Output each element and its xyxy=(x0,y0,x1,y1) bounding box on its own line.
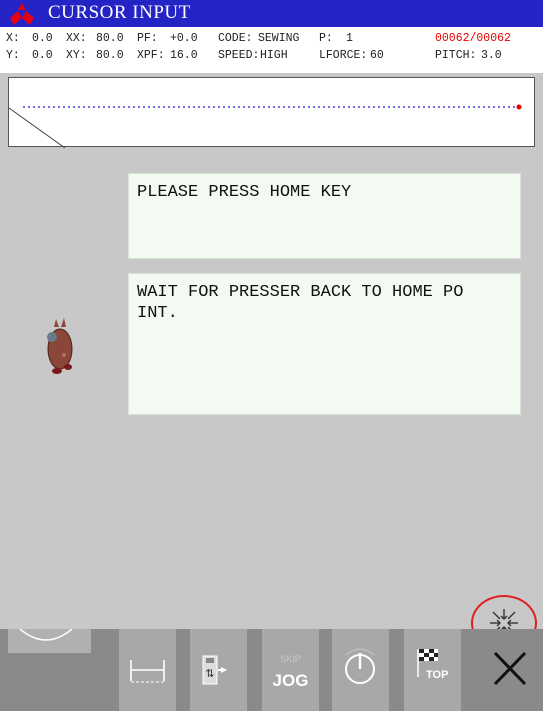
mitsubishi-logo-icon xyxy=(10,3,34,25)
stitch-width-button[interactable] xyxy=(119,629,176,711)
p-value: 1 xyxy=(346,32,353,45)
scroll-indicator xyxy=(8,628,91,653)
y-label: Y: xyxy=(6,49,20,62)
arc-indicator-icon xyxy=(19,628,73,641)
program-counter: 00062/00062 xyxy=(435,32,511,45)
svg-text:⇅: ⇅ xyxy=(205,667,214,680)
bottom-toolbar: ⇅ SKIP JOG TOP xyxy=(0,628,543,711)
xpf-value: 16.0 xyxy=(170,49,198,62)
power-dial-button[interactable] xyxy=(332,629,389,711)
x-label: X: xyxy=(6,32,20,45)
origin-guide-line xyxy=(9,107,66,148)
pitch-value: 3.0 xyxy=(481,49,502,62)
status-panel: X: 0.0 XX: 80.0 PF: +0.0 CODE: SEWING P:… xyxy=(0,27,543,73)
lforce-label: LFORCE: xyxy=(319,49,368,62)
speed-value: HIGH xyxy=(260,49,288,62)
xx-value: 80.0 xyxy=(96,32,124,45)
usb-transfer-button[interactable]: ⇅ xyxy=(190,629,247,711)
message-home-text: PLEASE PRESS HOME KEY xyxy=(137,183,352,202)
page-title: CURSOR INPUT xyxy=(48,2,191,23)
jog-button[interactable]: SKIP JOG xyxy=(262,629,319,711)
y-value: 0.0 xyxy=(32,49,53,62)
top-label: TOP xyxy=(426,669,449,681)
pattern-preview-canvas xyxy=(9,104,522,148)
message-wait-line-1: WAIT FOR PRESSER BACK TO HOME PO xyxy=(137,283,464,302)
close-icon xyxy=(493,651,527,686)
close-button[interactable] xyxy=(478,629,543,711)
message-box-home: PLEASE PRESS HOME KEY xyxy=(128,173,521,259)
pattern-preview[interactable] xyxy=(8,77,535,148)
speed-label: SPEED: xyxy=(218,49,260,62)
stitch-width-icon xyxy=(130,660,165,683)
top-button[interactable]: TOP xyxy=(404,629,461,711)
code-value: SEWING xyxy=(258,32,300,45)
x-value: 0.0 xyxy=(32,32,53,45)
skip-label: SKIP xyxy=(280,654,301,664)
xy-label: XY: xyxy=(66,49,87,62)
usb-transfer-icon: ⇅ xyxy=(202,655,227,685)
busy-animation-icon xyxy=(47,318,73,374)
xx-label: XX: xyxy=(66,32,87,45)
pf-value: +0.0 xyxy=(170,32,198,45)
code-label: CODE: xyxy=(218,32,253,45)
xpf-label: XPF: xyxy=(137,49,165,62)
message-box-wait: WAIT FOR PRESSER BACK TO HOME PO INT. xyxy=(128,273,521,415)
main-area: PLEASE PRESS HOME KEY WAIT FOR PRESSER B… xyxy=(0,153,543,651)
message-wait-line-2: INT. xyxy=(137,304,178,323)
xy-value: 80.0 xyxy=(96,49,124,62)
lforce-value: 60 xyxy=(370,49,384,62)
pf-label: PF: xyxy=(137,32,158,45)
p-label: P: xyxy=(319,32,333,45)
jog-label: JOG xyxy=(272,671,309,690)
title-bar: CURSOR INPUT xyxy=(0,0,543,27)
stitch-end-point xyxy=(516,104,522,110)
power-dial-icon xyxy=(345,648,375,684)
pitch-label: PITCH: xyxy=(435,49,477,62)
